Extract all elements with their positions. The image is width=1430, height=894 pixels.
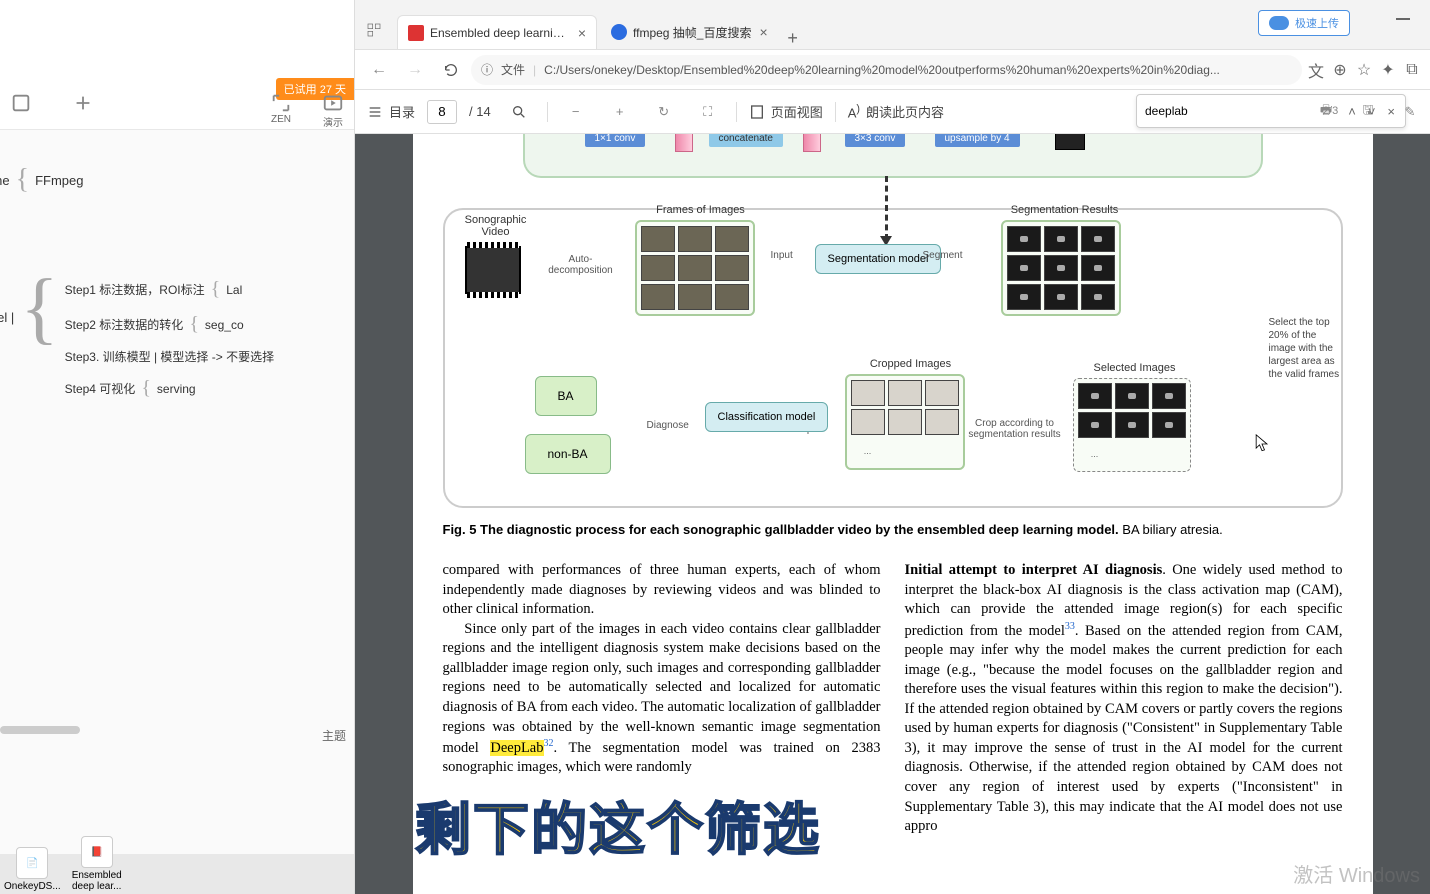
pdf-viewport[interactable]: 1×1 conv concatenate 3×3 conv upsample b… <box>355 134 1430 894</box>
tab-actions-button[interactable] <box>355 11 393 49</box>
figure-caption: Fig. 5 The diagnostic process for each s… <box>443 522 1343 537</box>
conv1-box: 1×1 conv <box>585 134 646 147</box>
new-tab-button[interactable]: + <box>778 28 808 49</box>
ba-box: BA <box>535 376 597 416</box>
close-icon[interactable]: × <box>759 24 767 40</box>
label-selected: Selected Images <box>1075 362 1195 374</box>
diagram-main: Sonographic Video Auto-decomposition Fra… <box>443 208 1343 508</box>
theme-label: 主题 <box>322 727 346 744</box>
toolbar-btn-add[interactable] <box>72 92 94 114</box>
label-crop: Crop according to segmentation results <box>965 418 1065 440</box>
concat-box: concatenate <box>709 134 784 147</box>
diagram-top-frame: 1×1 conv concatenate 3×3 conv upsample b… <box>523 134 1263 178</box>
toolbar-btn-1[interactable] <box>10 92 32 114</box>
nonba-box: non-BA <box>525 434 611 474</box>
zoom-icon[interactable]: ⊕ <box>1330 60 1350 80</box>
back-button[interactable]: ← <box>363 54 395 86</box>
page-view-button[interactable]: 页面视图 <box>749 102 823 121</box>
task-item-2[interactable]: 📕Ensembled deep lear... <box>67 836 127 892</box>
cloud-icon <box>1269 16 1289 30</box>
node-step2[interactable]: Step2 标注数据的转化{seg_co <box>65 313 275 336</box>
label-cropped: Cropped Images <box>851 358 971 370</box>
favorite-icon[interactable]: ☆ <box>1354 60 1374 80</box>
upsample-box: upsample by 4 <box>935 134 1020 147</box>
conv3-box: 3×3 conv <box>845 134 906 147</box>
close-icon[interactable]: × <box>578 25 586 41</box>
side-note: Select the top 20% of the image with the… <box>1269 316 1345 381</box>
mindmap-toolbar: 已试用 27 天 ZEN 演示 <box>0 0 354 130</box>
file-label: 文件 <box>501 61 525 78</box>
right-column: Initial attempt to interpret AI diagnosi… <box>905 561 1343 837</box>
label-segment: Segment <box>923 250 963 261</box>
page-input[interactable] <box>427 100 457 124</box>
translate-icon[interactable]: 文 <box>1306 60 1326 80</box>
forward-button: → <box>399 54 431 86</box>
zoom-out-button[interactable]: − <box>560 96 592 128</box>
minimize-button[interactable] <box>1396 18 1410 20</box>
addressbar: ← → ⓘ 文件 | C:/Users/onekey/Desktop/Ensem… <box>355 50 1430 90</box>
label-diagnose: Diagnose <box>647 420 689 431</box>
search-in-pdf-button[interactable] <box>503 96 535 128</box>
browser-window: Ensembled deep learning model × ffmpeg 抽… <box>355 0 1430 894</box>
save-button[interactable]: 🖫 <box>1352 96 1384 128</box>
titlebar: Ensembled deep learning model × ffmpeg 抽… <box>355 0 1430 50</box>
tab-baidu[interactable]: ffmpeg 抽帧_百度搜索 × <box>601 15 778 49</box>
node-ation-model[interactable]: ation Model | <box>0 310 14 325</box>
node-step1[interactable]: Step1 标注数据，ROI标注{Lal <box>65 278 275 301</box>
node-step4[interactable]: Step4 可视化{serving <box>65 377 275 400</box>
node-ffmpeg[interactable]: FFmpeg <box>35 173 83 188</box>
mindmap-app: 已试用 27 天 ZEN 演示 rame { FFmpeg ation Mode… <box>0 0 355 894</box>
print-button[interactable]: 🖶 <box>1310 96 1342 128</box>
favorites-bar-icon[interactable]: ✦ <box>1378 60 1398 80</box>
mindmap-canvas[interactable]: rame { FFmpeg ation Model | { Step1 标注数据… <box>0 130 354 412</box>
taskbar: 📄OnekeyDS... 📕Ensembled deep lear... <box>0 854 354 894</box>
toc-button[interactable]: 目录 <box>367 102 415 121</box>
cropped-grid: ... <box>845 374 965 470</box>
label-input: Input <box>771 250 793 261</box>
zen-button[interactable]: ZEN <box>270 92 292 129</box>
node-frame[interactable]: rame <box>0 173 10 188</box>
pdf-icon <box>408 25 424 41</box>
selected-grid: ... <box>1073 378 1191 472</box>
frames-grid <box>635 220 755 316</box>
windows-watermark: 激活 Windows <box>1293 859 1420 888</box>
pdf-toolbar: 目录 / 14 − + ↻ ⛶ 页面视图 A)朗读此页内容 2/3 ˄ ˅ × … <box>355 90 1430 134</box>
video-icon <box>465 246 521 294</box>
fit-button[interactable]: ⛶ <box>692 96 724 128</box>
label-segresults: Segmentation Results <box>995 204 1135 216</box>
baidu-icon <box>611 24 627 40</box>
segresults-grid <box>1001 220 1121 316</box>
subtitle-overlay: 剩下的这个筛选 <box>415 785 821 866</box>
deeplab-highlight: DeepLab <box>490 740 543 756</box>
layer-bar-2 <box>803 134 821 152</box>
output-thumb <box>1055 134 1085 150</box>
page-total: / 14 <box>469 104 491 119</box>
task-item-1[interactable]: 📄OnekeyDS... <box>4 847 61 892</box>
label-sono: Sonographic Video <box>451 214 541 238</box>
node-step3[interactable]: Step3. 训练模型 | 模型选择 -> 不要选择 <box>65 348 275 365</box>
tab-pdf[interactable]: Ensembled deep learning model × <box>397 15 597 49</box>
cursor-icon <box>1255 434 1269 454</box>
collections-icon[interactable]: ⧉ <box>1402 60 1422 80</box>
url-text: C:/Users/onekey/Desktop/Ensembled%20deep… <box>544 63 1292 77</box>
read-aloud-button[interactable]: A)朗读此页内容 <box>848 102 944 121</box>
layer-bar-1 <box>675 134 693 152</box>
label-frames: Frames of Images <box>641 204 761 216</box>
refresh-button[interactable] <box>435 54 467 86</box>
zoom-in-button[interactable]: + <box>604 96 636 128</box>
info-icon[interactable]: ⓘ <box>481 61 493 78</box>
label-autodecomp: Auto-decomposition <box>541 254 621 276</box>
cloud-upload-button[interactable]: 极速上传 <box>1258 10 1350 36</box>
class-model-box: Classification model <box>705 402 829 432</box>
scrollbar[interactable] <box>0 726 80 734</box>
present-button[interactable]: 演示 <box>322 92 344 129</box>
pdf-page: 1×1 conv concatenate 3×3 conv upsample b… <box>413 134 1373 894</box>
url-box[interactable]: ⓘ 文件 | C:/Users/onekey/Desktop/Ensembled… <box>471 55 1302 85</box>
rotate-button[interactable]: ↻ <box>648 96 680 128</box>
more-button[interactable]: ✎ <box>1394 96 1426 128</box>
